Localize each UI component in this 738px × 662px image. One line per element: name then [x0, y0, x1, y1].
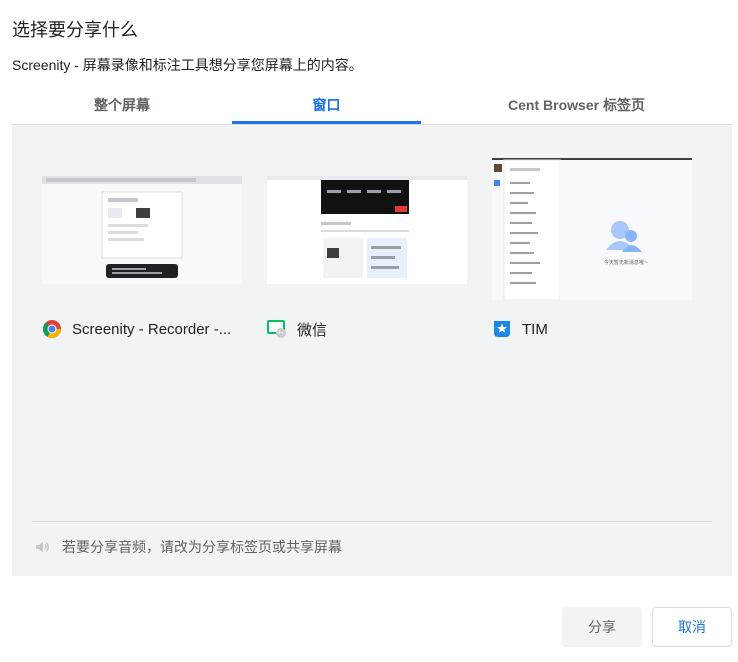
tab-browser-tab[interactable]: Cent Browser 标签页 [421, 88, 732, 124]
window-thumbnail: 今天暂无新消息哦~ [492, 158, 692, 300]
wechat-thumbnail-graphic [267, 176, 467, 284]
window-label: TIM [492, 317, 548, 341]
tim-empty-state-text: 今天暂无新消息哦~ [604, 259, 648, 266]
window-picker-panel: Screenity - Recorder -... 微信 今天暂无新消息哦~ T… [12, 124, 732, 576]
window-label: 微信 [267, 317, 327, 341]
chrome-icon [42, 319, 62, 339]
window-thumbnail [42, 176, 242, 284]
window-option-screenity[interactable]: Screenity - Recorder -... [42, 125, 242, 345]
tab-entire-screen[interactable]: 整个屏幕 [12, 88, 232, 124]
audio-note-text: 若要分享音频，请改为分享标签页或共享屏幕 [62, 539, 342, 555]
tab-bar: 整个屏幕 窗口 Cent Browser 标签页 [12, 88, 732, 124]
window-title: 微信 [297, 321, 328, 339]
window-title: Screenity - Recorder -... [72, 320, 232, 338]
window-title: TIM [522, 320, 548, 338]
cancel-button[interactable]: 取消 [652, 607, 732, 647]
wechat-icon [267, 319, 287, 339]
tab-window[interactable]: 窗口 [232, 88, 421, 124]
window-thumbnail [267, 176, 467, 284]
tim-thumbnail-graphic: 今天暂无新消息哦~ [492, 158, 692, 300]
screenity-thumbnail-graphic [42, 176, 242, 284]
share-button[interactable]: 分享 [562, 607, 642, 647]
dialog-title: 选择要分享什么 [12, 20, 138, 40]
dialog-subtitle: Screenity - 屏幕录像和标注工具想分享您屏幕上的内容。 [12, 57, 363, 73]
window-label: Screenity - Recorder -... [42, 317, 231, 341]
audio-note: 若要分享音频，请改为分享标签页或共享屏幕 [34, 537, 342, 557]
window-option-wechat[interactable]: 微信 [267, 125, 467, 345]
window-option-tim[interactable]: 今天暂无新消息哦~ TIM [492, 125, 692, 345]
speaker-icon [34, 539, 50, 555]
tim-icon [492, 319, 512, 339]
divider [32, 521, 712, 522]
